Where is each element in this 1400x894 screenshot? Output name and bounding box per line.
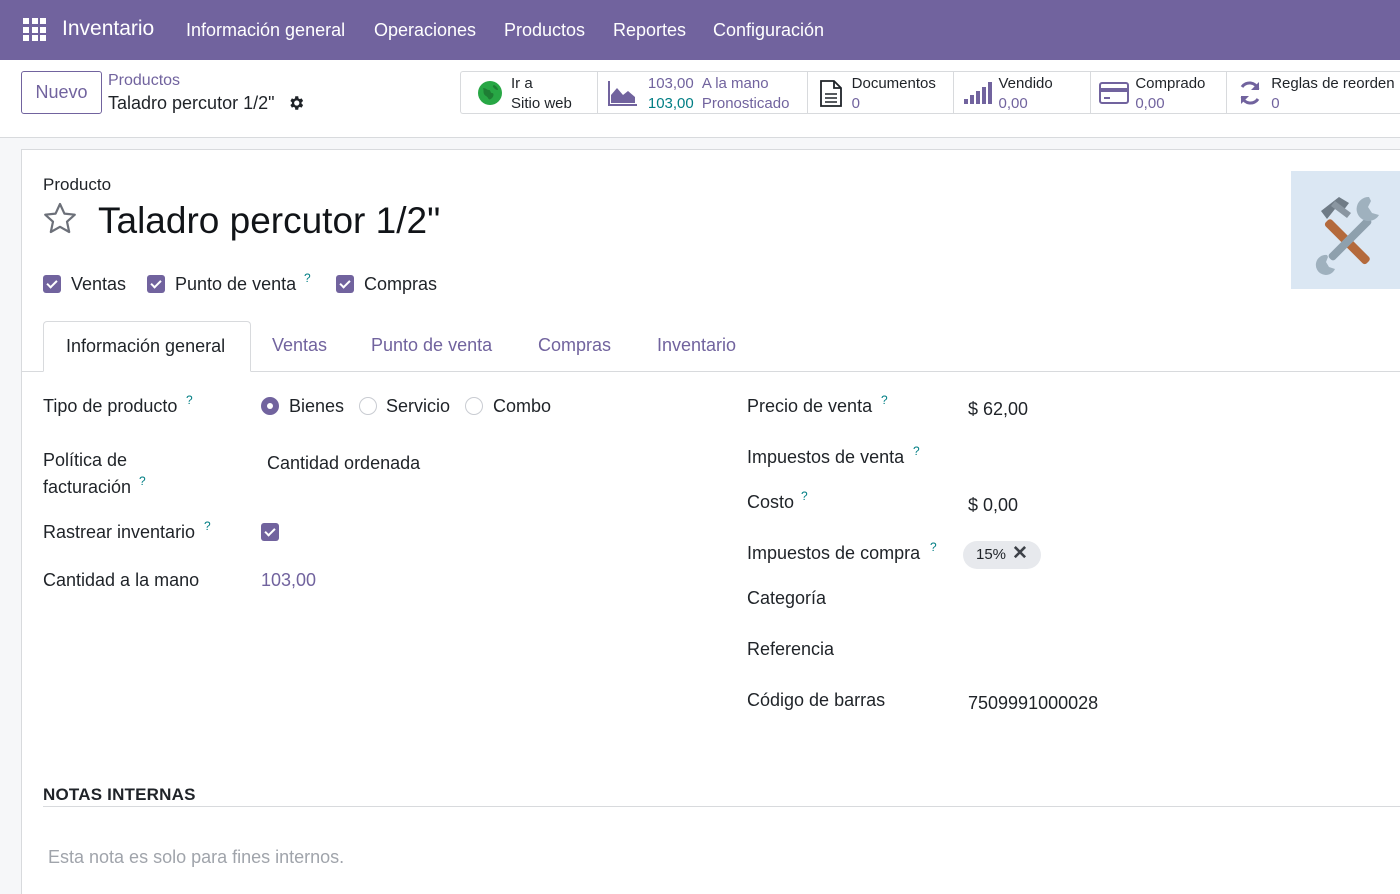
tab-informacion-general[interactable]: Información general — [43, 321, 251, 372]
tab-compras[interactable]: Compras — [538, 335, 611, 356]
sold-label: Vendido — [998, 75, 1053, 92]
purchased-value: 0,00 — [1135, 95, 1165, 112]
qty-on-hand-label: Cantidad a la mano — [43, 570, 200, 590]
reorder-rules-smart-button[interactable]: Reglas de reorden 0 — [1227, 72, 1400, 113]
radio-bienes[interactable] — [261, 397, 279, 415]
barcode-label: Código de barras — [747, 690, 886, 710]
sales-checkbox-label: Ventas — [71, 274, 127, 294]
area-chart-icon — [607, 81, 637, 106]
sale-taxes-help-icon[interactable]: ? — [913, 444, 920, 458]
reorder-label: Reglas de reorden — [1271, 75, 1395, 92]
apps-grid-icon[interactable] — [23, 18, 46, 41]
forecast-label: Pronosticado — [701, 95, 790, 112]
purchased-smart-button[interactable]: Comprado 0,00 — [1091, 72, 1228, 113]
cost-help-icon[interactable]: ? — [801, 489, 808, 503]
reorder-count: 0 — [1271, 95, 1280, 112]
pos-help-icon[interactable]: ? — [304, 271, 311, 285]
tab-inventario[interactable]: Inventario — [657, 335, 736, 356]
cost-input[interactable]: $ 0,00 — [968, 495, 1018, 516]
product-image[interactable] — [1291, 171, 1400, 289]
tab-label: Información general — [66, 336, 226, 356]
product-label: Producto — [43, 175, 112, 194]
purchase-taxes-label: Impuestos de compra — [747, 543, 921, 563]
control-panel: Nuevo Productos Taladro percutor 1/2" Ir… — [0, 60, 1400, 138]
menu-configuracion[interactable]: Configuración — [713, 20, 824, 41]
new-button[interactable]: Nuevo — [21, 71, 102, 114]
product-name[interactable]: Taladro percutor 1/2" — [98, 200, 440, 242]
documents-smart-button[interactable]: Documentos 0 — [808, 72, 955, 113]
invoice-policy-help-icon[interactable]: ? — [139, 474, 146, 488]
sale-price-label: Precio de venta — [747, 396, 873, 416]
purchased-label: Comprado — [1135, 75, 1206, 92]
tab-ventas[interactable]: Ventas — [272, 335, 327, 356]
forecast-value: 103,00 — [647, 95, 694, 112]
internal-notes-divider — [43, 806, 1400, 807]
website-line1: Ir a — [511, 75, 533, 92]
track-inventory-checkbox[interactable] — [261, 523, 279, 541]
internal-notes-heading: NOTAS INTERNAS — [43, 785, 196, 804]
remove-tag-icon[interactable]: ✕ — [1012, 542, 1028, 565]
radio-combo[interactable] — [465, 397, 483, 415]
menu-operaciones[interactable]: Operaciones — [374, 20, 476, 41]
invoice-policy-label-line2: facturación — [43, 477, 132, 497]
breadcrumb-current: Taladro percutor 1/2" — [108, 93, 275, 113]
top-navbar: Inventario Información general Operacion… — [0, 0, 1400, 60]
sale-price-input[interactable]: $ 62,00 — [968, 399, 1028, 420]
favorite-star-icon[interactable] — [42, 201, 78, 237]
app-name[interactable]: Inventario — [62, 17, 154, 41]
website-smart-button[interactable]: Ir a Sitio web — [461, 72, 598, 113]
purchase-tax-tag[interactable]: 15% ✕ — [963, 541, 1041, 569]
purchase-tax-tag-label: 15% — [976, 546, 1007, 563]
document-icon — [819, 80, 842, 107]
globe-icon — [478, 81, 502, 105]
documents-label: Documentos — [851, 75, 936, 92]
radio-bienes-label: Bienes — [289, 396, 345, 416]
website-line2: Sitio web — [511, 95, 572, 112]
breadcrumb-parent[interactable]: Productos — [108, 72, 180, 90]
invoice-policy-label-line1: Política de — [43, 450, 128, 470]
sold-value: 0,00 — [998, 95, 1028, 112]
menu-productos[interactable]: Productos — [504, 20, 585, 41]
sale-taxes-label: Impuestos de venta — [747, 447, 905, 467]
on-hand-label: A la mano — [701, 75, 769, 92]
radio-combo-label: Combo — [493, 396, 552, 416]
credit-card-icon — [1099, 82, 1130, 104]
sale-price-help-icon[interactable]: ? — [881, 393, 888, 407]
forecast-smart-button[interactable]: 103,00 A la mano 103,00 Pronosticado — [598, 72, 808, 113]
track-inventory-label: Rastrear inventario — [43, 522, 196, 542]
gear-icon[interactable] — [287, 94, 305, 112]
purchase-taxes-help-icon[interactable]: ? — [930, 540, 937, 554]
reference-label: Referencia — [747, 639, 835, 659]
cost-label: Costo — [747, 492, 795, 512]
sold-smart-button[interactable]: Vendido 0,00 — [954, 72, 1092, 113]
internal-notes-editor[interactable]: Esta nota es solo para fines internos. — [48, 847, 344, 868]
radio-servicio[interactable] — [359, 397, 377, 415]
radio-servicio-label: Servicio — [386, 396, 451, 416]
qty-on-hand-link[interactable]: 103,00 — [261, 570, 316, 591]
smart-buttons: Ir a Sitio web 103,00 A la mano 103,00 P… — [460, 71, 1400, 114]
on-hand-value: 103,00 — [647, 75, 694, 92]
category-label: Categoría — [747, 588, 827, 608]
sales-checkbox[interactable] — [43, 275, 61, 293]
form-sheet — [21, 149, 1400, 894]
menu-reportes[interactable]: Reportes — [613, 20, 686, 41]
menu-informacion-general[interactable]: Información general — [186, 20, 345, 41]
product-type-help-icon[interactable]: ? — [186, 393, 193, 407]
purchase-checkbox[interactable] — [336, 275, 354, 293]
documents-count: 0 — [851, 95, 860, 112]
refresh-icon — [1240, 81, 1260, 105]
barcode-input[interactable]: 7509991000028 — [968, 693, 1098, 714]
invoice-policy-select[interactable]: Cantidad ordenada — [267, 453, 420, 474]
pos-checkbox-label: Punto de venta — [175, 274, 297, 294]
product-type-label: Tipo de producto — [43, 396, 178, 416]
track-inventory-help-icon[interactable]: ? — [204, 519, 211, 533]
pos-checkbox[interactable] — [147, 275, 165, 293]
hammer-wrench-icon — [1315, 196, 1379, 275]
tab-punto-de-venta[interactable]: Punto de venta — [371, 335, 492, 356]
purchase-checkbox-label: Compras — [364, 274, 438, 294]
signal-bars-icon — [964, 82, 993, 104]
